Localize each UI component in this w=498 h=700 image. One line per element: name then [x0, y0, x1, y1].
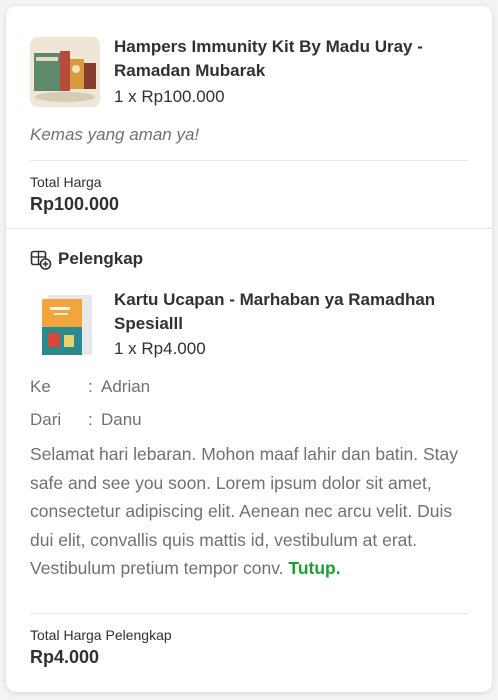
recipient-label: Ke: [30, 377, 51, 396]
order-card: Hampers Immunity Kit By Madu Uray - Rama…: [6, 6, 492, 692]
recipient-separator: :: [88, 377, 93, 396]
sender-label: Dari: [30, 410, 62, 429]
divider: [30, 613, 468, 614]
greeting-message-text: Selamat hari lebaran. Mohon maaf lahir d…: [30, 444, 459, 578]
addon-quantity-price: 1 x Rp4.000: [114, 339, 206, 358]
hampers-box-image: [30, 37, 100, 107]
addon-total-label: Total Harga Pelengkap: [30, 627, 172, 643]
gift-card-icon: [30, 249, 52, 271]
greeting-card-picture: [30, 289, 100, 359]
product-note: Kemas yang aman ya!: [30, 125, 200, 144]
product-quantity-price: 1 x Rp100.000: [114, 87, 225, 106]
total-price-label: Total Harga: [30, 174, 102, 190]
addon-heading: Pelengkap: [58, 249, 144, 268]
product-name[interactable]: Hampers Immunity Kit By Madu Uray - Rama…: [114, 35, 464, 83]
greeting-card-image: [30, 289, 100, 359]
section-divider: [6, 228, 492, 229]
greeting-message: Selamat hari lebaran. Mohon maaf lahir d…: [30, 440, 470, 583]
sender-value: Danu: [101, 410, 142, 429]
sender-separator: :: [88, 410, 93, 429]
recipient-value: Adrian: [101, 377, 151, 396]
total-price-value: Rp100.000: [30, 194, 120, 214]
collapse-message-link[interactable]: Tutup.: [288, 558, 340, 578]
product-image: [30, 37, 100, 107]
addon-total-value: Rp4.000: [30, 647, 100, 667]
divider: [30, 160, 468, 161]
addon-name[interactable]: Kartu Ucapan - Marhaban ya Ramadhan Spes…: [114, 288, 464, 336]
